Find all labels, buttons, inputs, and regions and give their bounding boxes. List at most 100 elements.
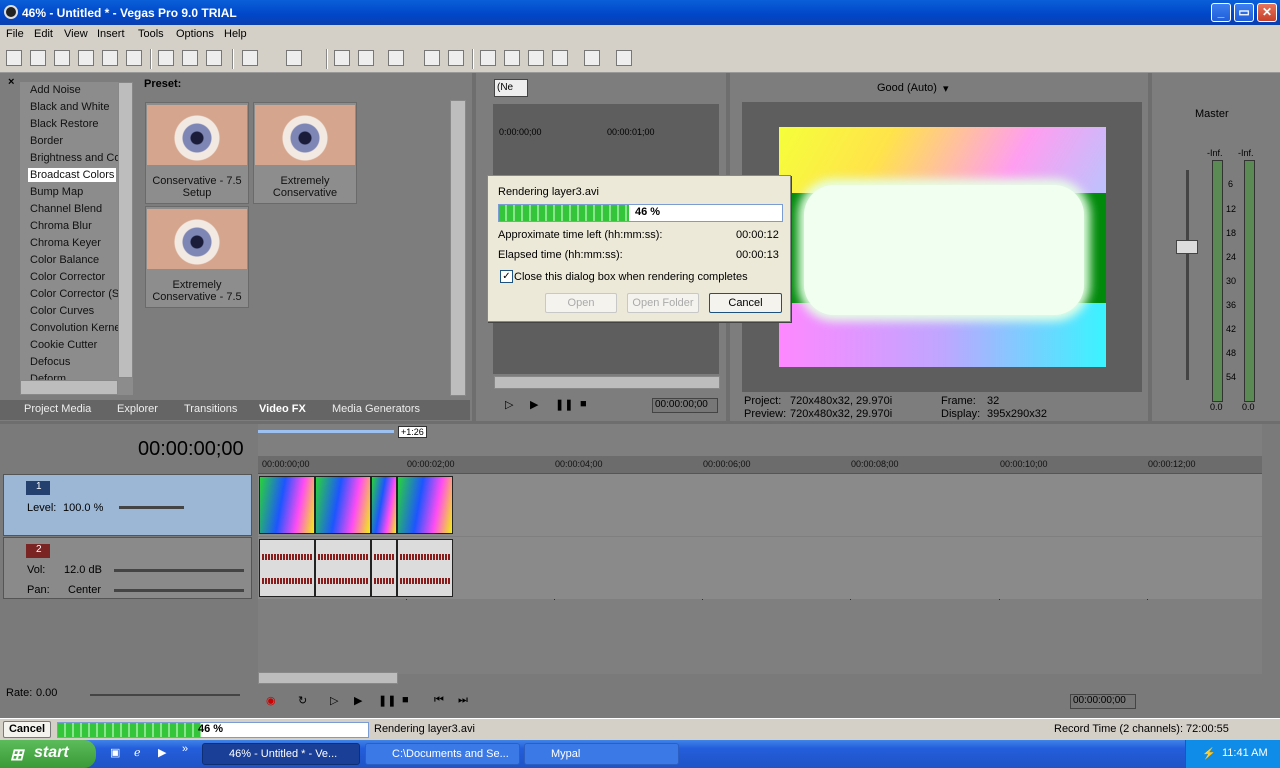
redo-icon[interactable] [286, 50, 302, 66]
preview-quality[interactable]: Good (Auto) [877, 82, 937, 94]
video-clip[interactable] [259, 476, 315, 534]
fx-item-selected[interactable]: Broadcast Colors [28, 168, 117, 182]
audio-track[interactable] [258, 537, 1262, 599]
normal-edit-tool-icon[interactable] [480, 50, 496, 66]
audio-track-header[interactable]: 2 Vol: 12.0 dB Pan: Center [3, 537, 252, 599]
timeline-ruler[interactable]: 00:00:00;00 00:00:02;00 00:00:04;00 00:0… [258, 456, 1262, 474]
help-pointer-icon[interactable] [584, 50, 600, 66]
video-clip[interactable] [371, 476, 397, 534]
level-slider[interactable] [119, 506, 184, 509]
rate-slider[interactable] [90, 694, 240, 696]
fx-item[interactable]: Color Corrector (S [30, 288, 119, 300]
tab-transitions[interactable]: Transitions [184, 403, 237, 415]
paste-icon[interactable] [206, 50, 222, 66]
vol-slider[interactable] [114, 569, 244, 572]
fx-item[interactable]: Chroma Keyer [30, 237, 101, 249]
fx-item[interactable]: Bump Map [30, 186, 83, 198]
tab-project-media[interactable]: Project Media [24, 403, 91, 415]
audio-clip[interactable] [315, 539, 371, 597]
fx-list[interactable]: Add Noise Black and White Black Restore … [20, 82, 133, 395]
play-from-start-icon[interactable]: ▷ [330, 694, 338, 707]
menu-help[interactable]: Help [224, 28, 247, 40]
stop-icon[interactable]: ■ [402, 694, 409, 706]
pan-slider[interactable] [114, 589, 244, 592]
pause-icon[interactable]: ❚❚ [555, 398, 573, 411]
fx-item[interactable]: Border [30, 135, 63, 147]
audio-clip[interactable] [397, 539, 453, 597]
timeline-hscroll[interactable] [258, 672, 398, 684]
save-as-icon[interactable] [78, 50, 94, 66]
close-button[interactable]: ✕ [1257, 3, 1277, 22]
envelope-tool-icon[interactable] [504, 50, 520, 66]
tab-media-generators[interactable]: Media Generators [332, 403, 420, 415]
fx-item[interactable]: Chroma Blur [30, 220, 92, 232]
trimmer-dropdown[interactable]: (Ne [494, 79, 528, 97]
fx-item[interactable]: Black Restore [30, 118, 98, 130]
task-mypal[interactable]: Mypal [524, 743, 679, 765]
copy-icon[interactable] [182, 50, 198, 66]
zoom-tool-icon[interactable] [552, 50, 568, 66]
media-player-icon[interactable]: ▶ [158, 746, 166, 759]
go-to-start-icon[interactable]: ⏮ [434, 694, 444, 707]
play-icon[interactable]: ▷ [505, 398, 513, 411]
play-icon[interactable]: ▶ [354, 694, 362, 707]
properties-icon[interactable] [126, 50, 142, 66]
menu-file[interactable]: File [6, 28, 24, 40]
pause-icon[interactable]: ❚❚ [378, 694, 396, 707]
open-folder-button[interactable]: Open Folder [627, 293, 699, 313]
video-clip[interactable] [397, 476, 453, 534]
quicklaunch-icon[interactable]: ▣ [110, 746, 120, 759]
whats-this-icon[interactable] [616, 50, 632, 66]
video-clip[interactable] [315, 476, 371, 534]
open-button[interactable]: Open [545, 293, 617, 313]
chevron-down-icon[interactable]: ▾ [943, 82, 949, 95]
ie-icon[interactable]: ℯ [134, 746, 141, 759]
undo-icon[interactable] [242, 50, 258, 66]
loop-region[interactable] [258, 430, 394, 433]
network-icon[interactable]: ⚡ [1202, 747, 1216, 760]
maximize-button[interactable]: ▭ [1234, 3, 1254, 22]
master-fader-handle[interactable] [1176, 240, 1198, 254]
auto-crossfade-icon[interactable] [358, 50, 374, 66]
lock-envelopes-icon[interactable] [424, 50, 440, 66]
tab-video-fx[interactable]: Video FX [259, 403, 306, 415]
fx-item[interactable]: Cookie Cutter [30, 339, 97, 351]
audio-clip[interactable] [259, 539, 315, 597]
menu-tools[interactable]: Tools [138, 28, 164, 40]
record-icon[interactable]: ◉ [266, 694, 276, 707]
cancel-button[interactable]: Cancel [709, 293, 782, 313]
audio-clip[interactable] [371, 539, 397, 597]
start-button[interactable]: ⊞ start [0, 740, 96, 768]
status-cancel-button[interactable]: Cancel [3, 721, 51, 738]
close-on-complete-checkbox[interactable]: ✓ [500, 270, 513, 283]
selection-tool-icon[interactable] [528, 50, 544, 66]
preset-thumb[interactable]: Extremely Conservative - 7.5 [145, 206, 249, 308]
fx-item[interactable]: Color Balance [30, 254, 99, 266]
menu-view[interactable]: View [64, 28, 88, 40]
fx-item[interactable]: Brightness and Co [30, 152, 121, 164]
menu-options[interactable]: Options [176, 28, 214, 40]
trimmer-hscroll[interactable] [494, 376, 720, 389]
menu-edit[interactable]: Edit [34, 28, 53, 40]
task-explorer[interactable]: C:\Documents and Se... [365, 743, 520, 765]
fx-item[interactable]: Color Corrector [30, 271, 105, 283]
fx-item[interactable]: Color Curves [30, 305, 94, 317]
snap-icon[interactable] [334, 50, 350, 66]
menu-insert[interactable]: Insert [97, 28, 125, 40]
fx-item[interactable]: Black and White [30, 101, 109, 113]
fx-item[interactable]: Add Noise [30, 84, 81, 96]
preset-thumb[interactable]: Extremely Conservative [253, 102, 357, 204]
task-vegas[interactable]: 46% - Untitled * - Ve... [202, 743, 360, 765]
fx-list-hscroll[interactable] [20, 380, 118, 395]
fx-item[interactable]: Defocus [30, 356, 70, 368]
tab-explorer[interactable]: Explorer [117, 403, 158, 415]
stop-icon[interactable]: ■ [580, 398, 587, 410]
show-more-icon[interactable]: » [182, 743, 188, 755]
new-icon[interactable] [6, 50, 22, 66]
timeline[interactable]: +1:26 00:00:00;00 00:00:02;00 00:00:04;0… [258, 424, 1262, 684]
preset-thumb[interactable]: Conservative - 7.5 Setup [145, 102, 249, 204]
fx-item[interactable]: Convolution Kerne [30, 322, 121, 334]
preset-vscroll[interactable] [450, 100, 466, 396]
play-from-start-icon[interactable]: ▶ [530, 398, 538, 411]
open-icon[interactable] [30, 50, 46, 66]
